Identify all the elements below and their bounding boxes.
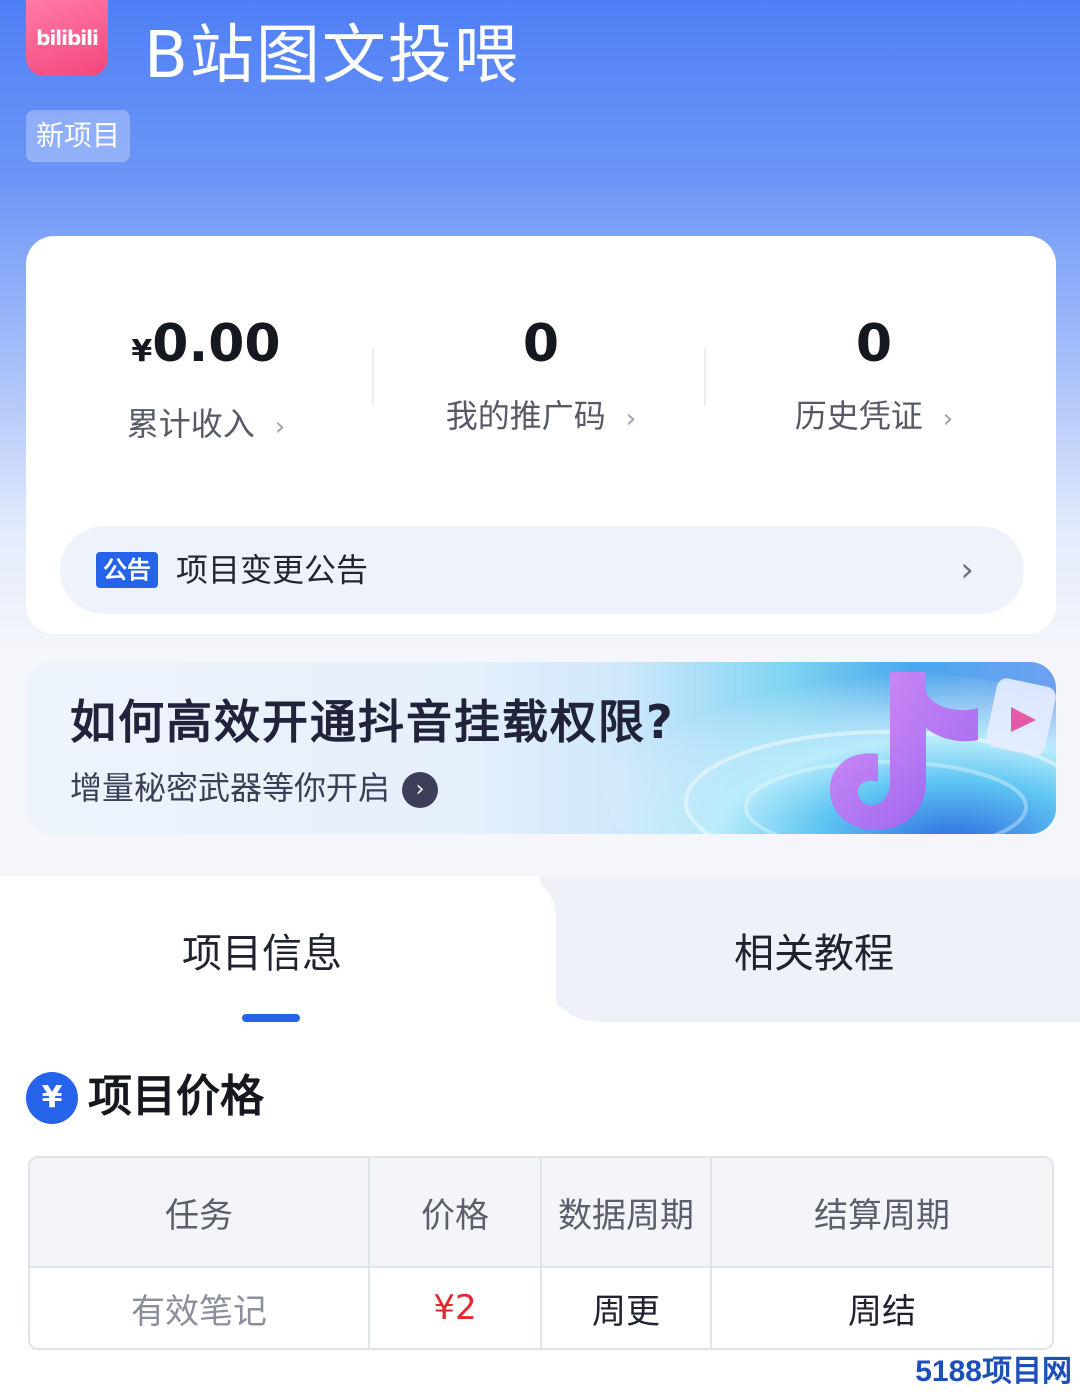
announcement-text: 项目变更公告: [176, 551, 369, 589]
tab-related-tutorials[interactable]: 相关教程: [734, 928, 894, 980]
section-title: 项目价格: [88, 1071, 264, 1122]
stat-total-income[interactable]: ¥0.00 累计收入 ›: [36, 312, 376, 449]
table-cell-price: ¥2: [370, 1268, 542, 1348]
announcement-bar[interactable]: 公告 项目变更公告 ›: [60, 526, 1024, 614]
chevron-right-icon: ›: [625, 404, 637, 434]
page-title: B站图文投喂: [144, 19, 520, 93]
arrow-right-icon: ›: [402, 772, 439, 808]
stat-value: ¥0.00: [131, 314, 281, 374]
new-project-tag: 新项目: [26, 110, 131, 162]
chevron-right-icon: ›: [960, 550, 974, 590]
table-row: 有效笔记 ¥2 周更 周结: [30, 1266, 1052, 1348]
price-table: 任务 价格 数据周期 结算周期 有效笔记 ¥2 周更 周结: [28, 1156, 1054, 1350]
stats-card: ¥0.00 累计收入 › 0 我的推广码 › 0 历史凭证 › 公告 项目变更公告 ›: [26, 236, 1056, 634]
table-cell: 周更: [542, 1268, 712, 1348]
stat-label: 累计收入 ›: [126, 405, 286, 443]
banner-subtitle: 增量秘密武器等你开启 ›: [70, 766, 439, 810]
table-header-cell: 结算周期: [814, 1195, 950, 1236]
active-tab-indicator: [242, 1014, 300, 1022]
chevron-right-icon: ›: [274, 412, 286, 442]
stat-value: 0: [855, 314, 893, 374]
bilibili-logo: bilibili: [26, 0, 108, 76]
watermark: 5188项目网: [915, 1355, 1072, 1388]
chevron-right-icon: ›: [942, 404, 954, 434]
logo-text: bilibili: [36, 26, 99, 50]
banner-title: 如何高效开通抖音挂载权限?: [70, 695, 675, 749]
tab-project-info[interactable]: 项目信息: [182, 928, 342, 980]
announcement-badge: 公告: [96, 552, 158, 588]
promo-banner[interactable]: 如何高效开通抖音挂载权限? 增量秘密武器等你开启 ›: [26, 662, 1056, 834]
table-header-cell: 数据周期: [542, 1158, 712, 1266]
stat-history-vouchers[interactable]: 0 历史凭证 ›: [704, 312, 1044, 441]
stat-my-promo-code[interactable]: 0 我的推广码 ›: [371, 312, 711, 441]
stat-value: 0: [522, 314, 560, 374]
table-cell: 周结: [848, 1291, 916, 1332]
stat-label: 我的推广码 ›: [445, 397, 637, 435]
yen-icon: ¥: [26, 1072, 78, 1124]
table-header-cell: 任务: [30, 1158, 370, 1266]
table-cell: 有效笔记: [30, 1268, 370, 1348]
stat-label: 历史凭证 ›: [794, 397, 954, 435]
table-header-row: 任务 价格 数据周期 结算周期: [30, 1158, 1052, 1266]
table-header-cell: 价格: [370, 1158, 542, 1266]
